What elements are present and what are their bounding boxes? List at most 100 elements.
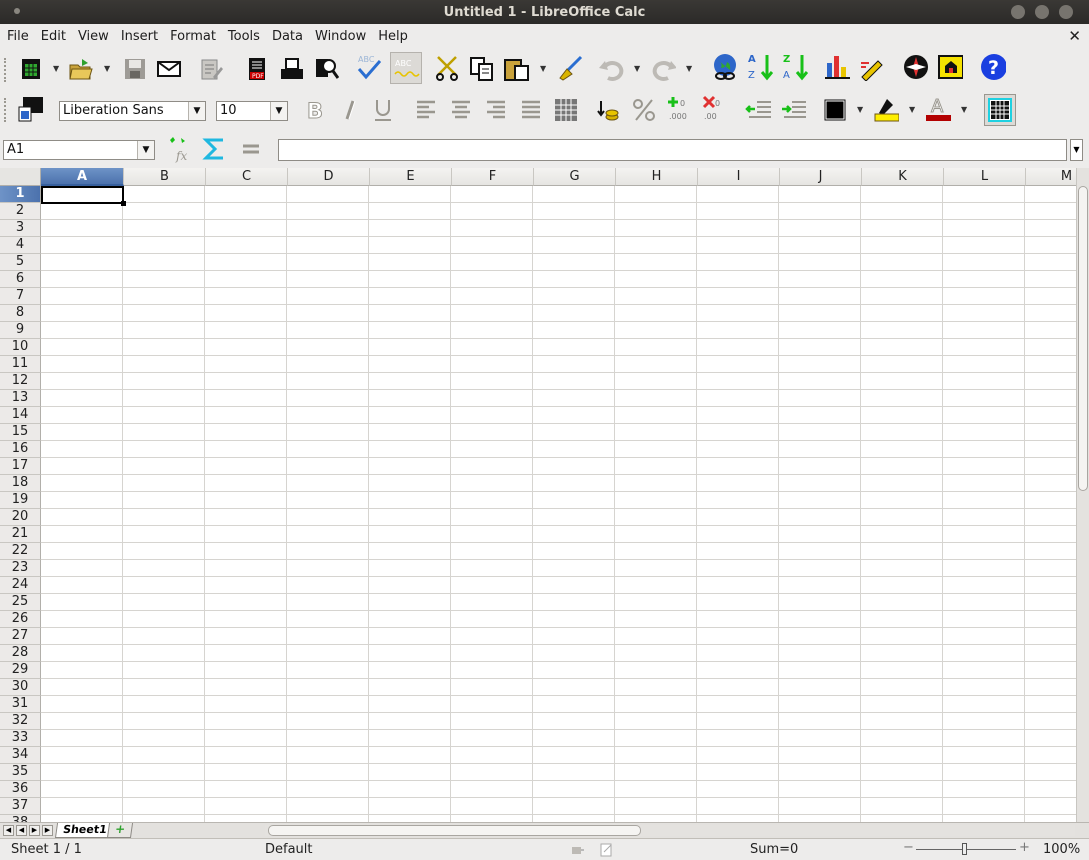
draw-functions-icon[interactable] — [858, 54, 884, 81]
menu-edit[interactable]: Edit — [41, 29, 66, 44]
align-left-icon[interactable] — [413, 97, 439, 123]
sheet-tab[interactable]: Sheet1 — [54, 823, 115, 838]
minimize-button[interactable] — [1011, 5, 1025, 19]
zoom-level[interactable]: 100% — [1043, 842, 1080, 857]
row-header[interactable]: 32 — [0, 713, 41, 730]
selection-sum[interactable]: Sum=0 — [750, 842, 798, 857]
row-header[interactable]: 34 — [0, 747, 41, 764]
expand-formula-icon[interactable]: ▼ — [1070, 139, 1083, 161]
menu-file[interactable]: File — [7, 29, 29, 44]
bold-icon[interactable]: B — [302, 97, 328, 124]
menu-insert[interactable]: Insert — [121, 29, 158, 44]
help-icon[interactable]: ? — [980, 54, 1006, 80]
column-header-k[interactable]: K — [862, 168, 944, 186]
open-icon[interactable] — [68, 56, 94, 82]
row-header[interactable]: 19 — [0, 492, 41, 509]
formula-input[interactable] — [278, 139, 1067, 161]
page-style[interactable]: Default — [265, 842, 313, 857]
row-header[interactable]: 24 — [0, 577, 41, 594]
underline-icon[interactable] — [370, 97, 396, 123]
redo-icon[interactable] — [650, 56, 676, 82]
gallery-icon[interactable] — [937, 54, 963, 80]
undo-icon[interactable] — [598, 56, 624, 82]
horizontal-scrollbar[interactable] — [265, 825, 1075, 836]
row-header[interactable]: 10 — [0, 339, 41, 356]
email-icon[interactable] — [156, 56, 182, 82]
fill-handle[interactable] — [121, 201, 126, 206]
toolbar-handle[interactable] — [4, 98, 9, 122]
column-header-f[interactable]: F — [452, 168, 534, 186]
row-header[interactable]: 35 — [0, 764, 41, 781]
cut-icon[interactable] — [434, 55, 460, 81]
justify-icon[interactable] — [518, 97, 544, 123]
add-sheet-icon[interactable]: + — [106, 822, 134, 838]
highlight-color-icon[interactable] — [873, 96, 899, 122]
zoom-slider-knob[interactable] — [962, 843, 967, 855]
last-sheet-button[interactable]: ▶ — [42, 825, 53, 836]
edit-file-icon[interactable] — [198, 56, 224, 82]
new-dropdown-icon[interactable]: ▼ — [53, 64, 59, 73]
font-color-dropdown-icon[interactable]: ▼ — [961, 105, 967, 114]
vertical-scroll-thumb[interactable] — [1078, 186, 1088, 491]
row-header[interactable]: 36 — [0, 781, 41, 798]
row-header[interactable]: 2 — [0, 203, 41, 220]
column-header-h[interactable]: H — [616, 168, 698, 186]
sort-ascending-icon[interactable]: AZ — [747, 54, 773, 81]
add-decimal-icon[interactable]: 0 .000 — [666, 96, 692, 122]
align-right-icon[interactable] — [483, 97, 509, 123]
print-icon[interactable] — [279, 56, 305, 82]
font-name-combo[interactable]: Liberation Sans ▼ — [59, 101, 206, 121]
row-header[interactable]: 21 — [0, 526, 41, 543]
column-header-b[interactable]: B — [124, 168, 206, 186]
row-header[interactable]: 30 — [0, 679, 41, 696]
row-header[interactable]: 14 — [0, 407, 41, 424]
row-header[interactable]: 38 — [0, 815, 41, 822]
row-header[interactable]: 29 — [0, 662, 41, 679]
horizontal-scroll-thumb[interactable] — [268, 825, 641, 836]
row-header[interactable]: 26 — [0, 611, 41, 628]
print-preview-icon[interactable] — [313, 56, 339, 82]
menu-help[interactable]: Help — [378, 29, 408, 44]
menu-data[interactable]: Data — [272, 29, 303, 44]
sum-icon[interactable] — [202, 136, 228, 162]
decrease-indent-icon[interactable] — [745, 97, 771, 123]
hyperlink-icon[interactable] — [710, 54, 736, 80]
row-header[interactable]: 1 — [0, 186, 41, 203]
row-header[interactable]: 37 — [0, 798, 41, 815]
vertical-scrollbar[interactable] — [1076, 168, 1089, 822]
row-header[interactable]: 22 — [0, 543, 41, 560]
cell-area[interactable] — [41, 186, 1076, 822]
zoom-out-button[interactable]: − — [903, 840, 914, 855]
clone-formatting-icon[interactable] — [557, 55, 583, 81]
row-header[interactable]: 18 — [0, 475, 41, 492]
merge-cells-icon[interactable] — [553, 97, 579, 123]
close-window-button[interactable] — [1059, 5, 1073, 19]
sort-descending-icon[interactable]: ZA — [782, 54, 808, 81]
font-size-combo[interactable]: 10 ▼ — [216, 101, 288, 121]
next-sheet-button[interactable]: ▶ — [29, 825, 40, 836]
column-header-i[interactable]: I — [698, 168, 780, 186]
spellcheck-icon[interactable]: ABC — [355, 54, 381, 80]
new-spreadsheet-icon[interactable] — [18, 56, 44, 82]
row-header[interactable]: 3 — [0, 220, 41, 237]
autospellcheck-icon[interactable]: ABC — [390, 52, 422, 84]
menu-format[interactable]: Format — [170, 29, 216, 44]
row-header[interactable]: 12 — [0, 373, 41, 390]
paste-icon[interactable] — [503, 56, 529, 82]
row-header[interactable]: 15 — [0, 424, 41, 441]
undo-dropdown-icon[interactable]: ▼ — [634, 64, 640, 73]
highlight-dropdown-icon[interactable]: ▼ — [909, 105, 915, 114]
window-menu-icon[interactable] — [14, 8, 20, 14]
redo-dropdown-icon[interactable]: ▼ — [686, 64, 692, 73]
formula-icon[interactable] — [238, 136, 264, 162]
menu-window[interactable]: Window — [315, 29, 366, 44]
chevron-down-icon[interactable]: ▼ — [137, 141, 154, 159]
gridlines-icon[interactable] — [984, 94, 1016, 126]
row-header[interactable]: 23 — [0, 560, 41, 577]
row-header[interactable]: 31 — [0, 696, 41, 713]
chevron-down-icon[interactable]: ▼ — [188, 102, 205, 120]
copy-icon[interactable] — [469, 56, 495, 82]
select-all-corner[interactable] — [0, 168, 41, 186]
insert-chart-icon[interactable] — [824, 54, 850, 80]
export-pdf-icon[interactable]: PDF — [244, 56, 270, 82]
